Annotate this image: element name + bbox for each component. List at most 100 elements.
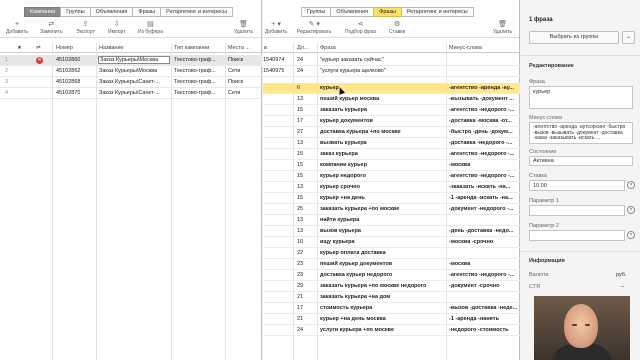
table-row[interactable]: 15 заказ курьера -агентство -недорого -... [263, 149, 520, 160]
currency-label: Валюта [529, 272, 549, 278]
table-row[interactable]: 10 ищу курьера -москва -срочно [263, 237, 520, 248]
phrase-column[interactable]: Фраза [320, 45, 336, 51]
delete-campaign-button[interactable]: 🗑 Удалить [234, 21, 253, 35]
edit-icon: ✎ ▾ [308, 21, 320, 28]
selection-title: 1 фраза [529, 17, 553, 23]
row-index: 3 [5, 79, 9, 85]
delete-phrase-button[interactable]: 🗑 Удалить [493, 21, 512, 35]
minus-words-field[interactable]: -агентство -аренда -аутсорсинг -быстро -… [529, 122, 633, 144]
export-button[interactable]: ⇪ Экспорт [76, 21, 95, 35]
param2-input[interactable] [529, 230, 625, 241]
tab-groups[interactable]: Группы [301, 7, 332, 17]
table-row[interactable]: 3 45102868 Заказ Курьеры\Санкт-... Текст… [0, 77, 262, 88]
table-row[interactable]: 13 курьер срочно -заказать -искать -на... [263, 182, 520, 193]
phrase-text: курьер срочно [320, 184, 360, 190]
tab-retargeting[interactable]: Ретаргетинг и интересы [160, 7, 233, 17]
state-select[interactable]: Активна [529, 156, 633, 166]
campaign-type: Текстово-граф... [174, 79, 216, 85]
tab-ads[interactable]: Объявления [89, 7, 134, 17]
phrase-field[interactable]: курьер [529, 86, 633, 109]
b-column[interactable]: в [264, 45, 267, 51]
table-row[interactable]: 2 45102862 Заказ Курьеры\Москва Текстово… [0, 66, 262, 77]
edit-button[interactable]: ✎ ▾ Редактировать [297, 21, 332, 35]
table-row[interactable]: 13 вызвать курьера -доставка -недорого -..… [263, 138, 520, 149]
table-row[interactable]: 1540975 24 "услуги курьера щелково" [263, 66, 520, 77]
table-row[interactable]: 13 вызов курьера -день -доставка -недо... [263, 226, 520, 237]
campaign-place: Поиск [228, 79, 244, 85]
tab-ads[interactable]: Объявления [330, 7, 375, 17]
table-row[interactable]: 29 заказать курьера +по москве недорого -д… [263, 281, 520, 292]
table-row[interactable]: 23 пеший курьер документов -москва [263, 259, 520, 270]
edit-section-title: Редактирование [529, 63, 574, 69]
table-row[interactable]: 15 курьер недорого -агентство -недорого -.… [263, 171, 520, 182]
stop-icon[interactable]: ✕ [36, 57, 43, 64]
place-column[interactable]: Места ... [228, 45, 250, 51]
phrase-text: "курьер заказать сейчас" [320, 57, 384, 63]
table-row[interactable]: 15 заказать курьера -агентство -недорого -… [263, 105, 520, 116]
clear-icon[interactable]: × [627, 181, 635, 189]
phrase-length: 24 [297, 57, 304, 63]
phrase-length: 29 [297, 283, 304, 289]
campaign-name-editor[interactable]: Заказ Курьеры\Москва [98, 56, 170, 64]
minus-words: -доставка -москва -от... [449, 118, 512, 124]
webcam-overlay [534, 296, 630, 360]
length-column[interactable]: Дл... [297, 45, 309, 51]
phrase-length: 10 [297, 239, 304, 245]
phrase-length: 13 [297, 184, 304, 190]
info-section-title: Информация [529, 258, 565, 264]
from-clipboard-button[interactable]: ▤ Из буфера [138, 21, 163, 35]
choose-from-group-button[interactable]: Выбрать из группы [529, 31, 619, 44]
table-row[interactable]: 21 заказать курьера +на дом [263, 292, 520, 303]
tab-phrases[interactable]: Фразы [132, 7, 162, 17]
table-row[interactable]: 27 доставка курьера +по москве -быстро -де… [263, 127, 520, 138]
clear-icon[interactable]: × [627, 206, 635, 214]
table-row[interactable]: 6 курьер -агентство -аренда -ау... [263, 83, 520, 94]
table-row[interactable]: 4 45102870 Заказ Курьеры\Санкт-... Текст… [0, 88, 262, 99]
tab-phrases[interactable]: Фразы [373, 7, 402, 17]
campaign-name: Заказ Курьеры\Санкт-... [99, 90, 160, 96]
phrase-text: вызвать курьера [320, 140, 367, 146]
tab-campaigns[interactable]: Кампании [24, 7, 62, 17]
minus-words: -недорого -стоимость [449, 327, 509, 333]
minus-column[interactable]: Минус-слова [449, 45, 482, 51]
table-row[interactable]: 25 заказать курьера +по москве -документ -… [263, 204, 520, 215]
phrase-length: 22 [297, 250, 304, 256]
table-row[interactable]: 13 пеший курьер москва -вызывать -документ… [263, 94, 520, 105]
add-campaign-button[interactable]: + Добавить [6, 21, 28, 35]
table-row[interactable]: 24 услуги курьера +по москве -недорого -ст… [263, 325, 520, 336]
table-row[interactable]: 15 компании курьер -москва [263, 160, 520, 171]
phrase-length: 23 [297, 261, 304, 267]
name-column[interactable]: Название [99, 45, 124, 51]
table-row[interactable]: 23 доставка курьер недорого -агентство -не… [263, 270, 520, 281]
replace-button[interactable]: ⇄ Заменить [40, 21, 62, 35]
table-row[interactable]: 1 ✕ 45102860 Заказ Курьеры\Москва Тексто… [0, 55, 262, 66]
phrase-text: услуги курьера +по москве [320, 327, 395, 333]
table-row[interactable]: 1540974 24 "курьер заказать сейчас" [263, 55, 520, 66]
tab-groups[interactable]: Группы [60, 7, 91, 17]
table-row[interactable]: 13 найти курьера [263, 215, 520, 226]
star-column[interactable]: ★ [17, 45, 22, 51]
chevron-down-icon[interactable]: ⌄ [622, 31, 635, 44]
clear-icon[interactable]: × [627, 231, 635, 239]
bid-input[interactable]: 10.00 [529, 180, 625, 191]
bids-button[interactable]: ⚙ Ставки [389, 21, 405, 35]
table-row[interactable]: 17 курьер документов -доставка -москва -от… [263, 116, 520, 127]
num-column[interactable]: Номер [56, 45, 73, 51]
table-row[interactable]: 15 курьер +на день -1 -аренда -искать -на.… [263, 193, 520, 204]
row-index: 1 [5, 57, 9, 63]
minus-words: -доставка -недорого -... [449, 140, 513, 146]
table-row[interactable]: 22 курьер оплата доставка [263, 248, 520, 259]
table-row[interactable]: 17 стоимость курьера -вызов -доставка -нед… [263, 303, 520, 314]
table-row[interactable]: 21 курьер +на день москва -1 -аренда -наня… [263, 314, 520, 325]
phrase-text: заказать курьера +на дом [320, 294, 391, 300]
phrase-length: 24 [297, 68, 304, 74]
import-button[interactable]: ⇩ Импорт [108, 21, 125, 35]
tab-retargeting[interactable]: Ретаргетинг и интересы [400, 7, 474, 17]
add-phrase-button[interactable]: + ▾ Добавить [265, 21, 287, 35]
param1-input[interactable] [529, 205, 625, 216]
type-column[interactable]: Тип кампании [174, 45, 209, 51]
phrase-selection-button[interactable]: ⋖ Подбор фраз [345, 21, 376, 35]
phrase-length: 24 [297, 327, 304, 333]
phrase-length: 23 [297, 272, 304, 278]
clipboard-label: Из буфера [138, 29, 163, 35]
